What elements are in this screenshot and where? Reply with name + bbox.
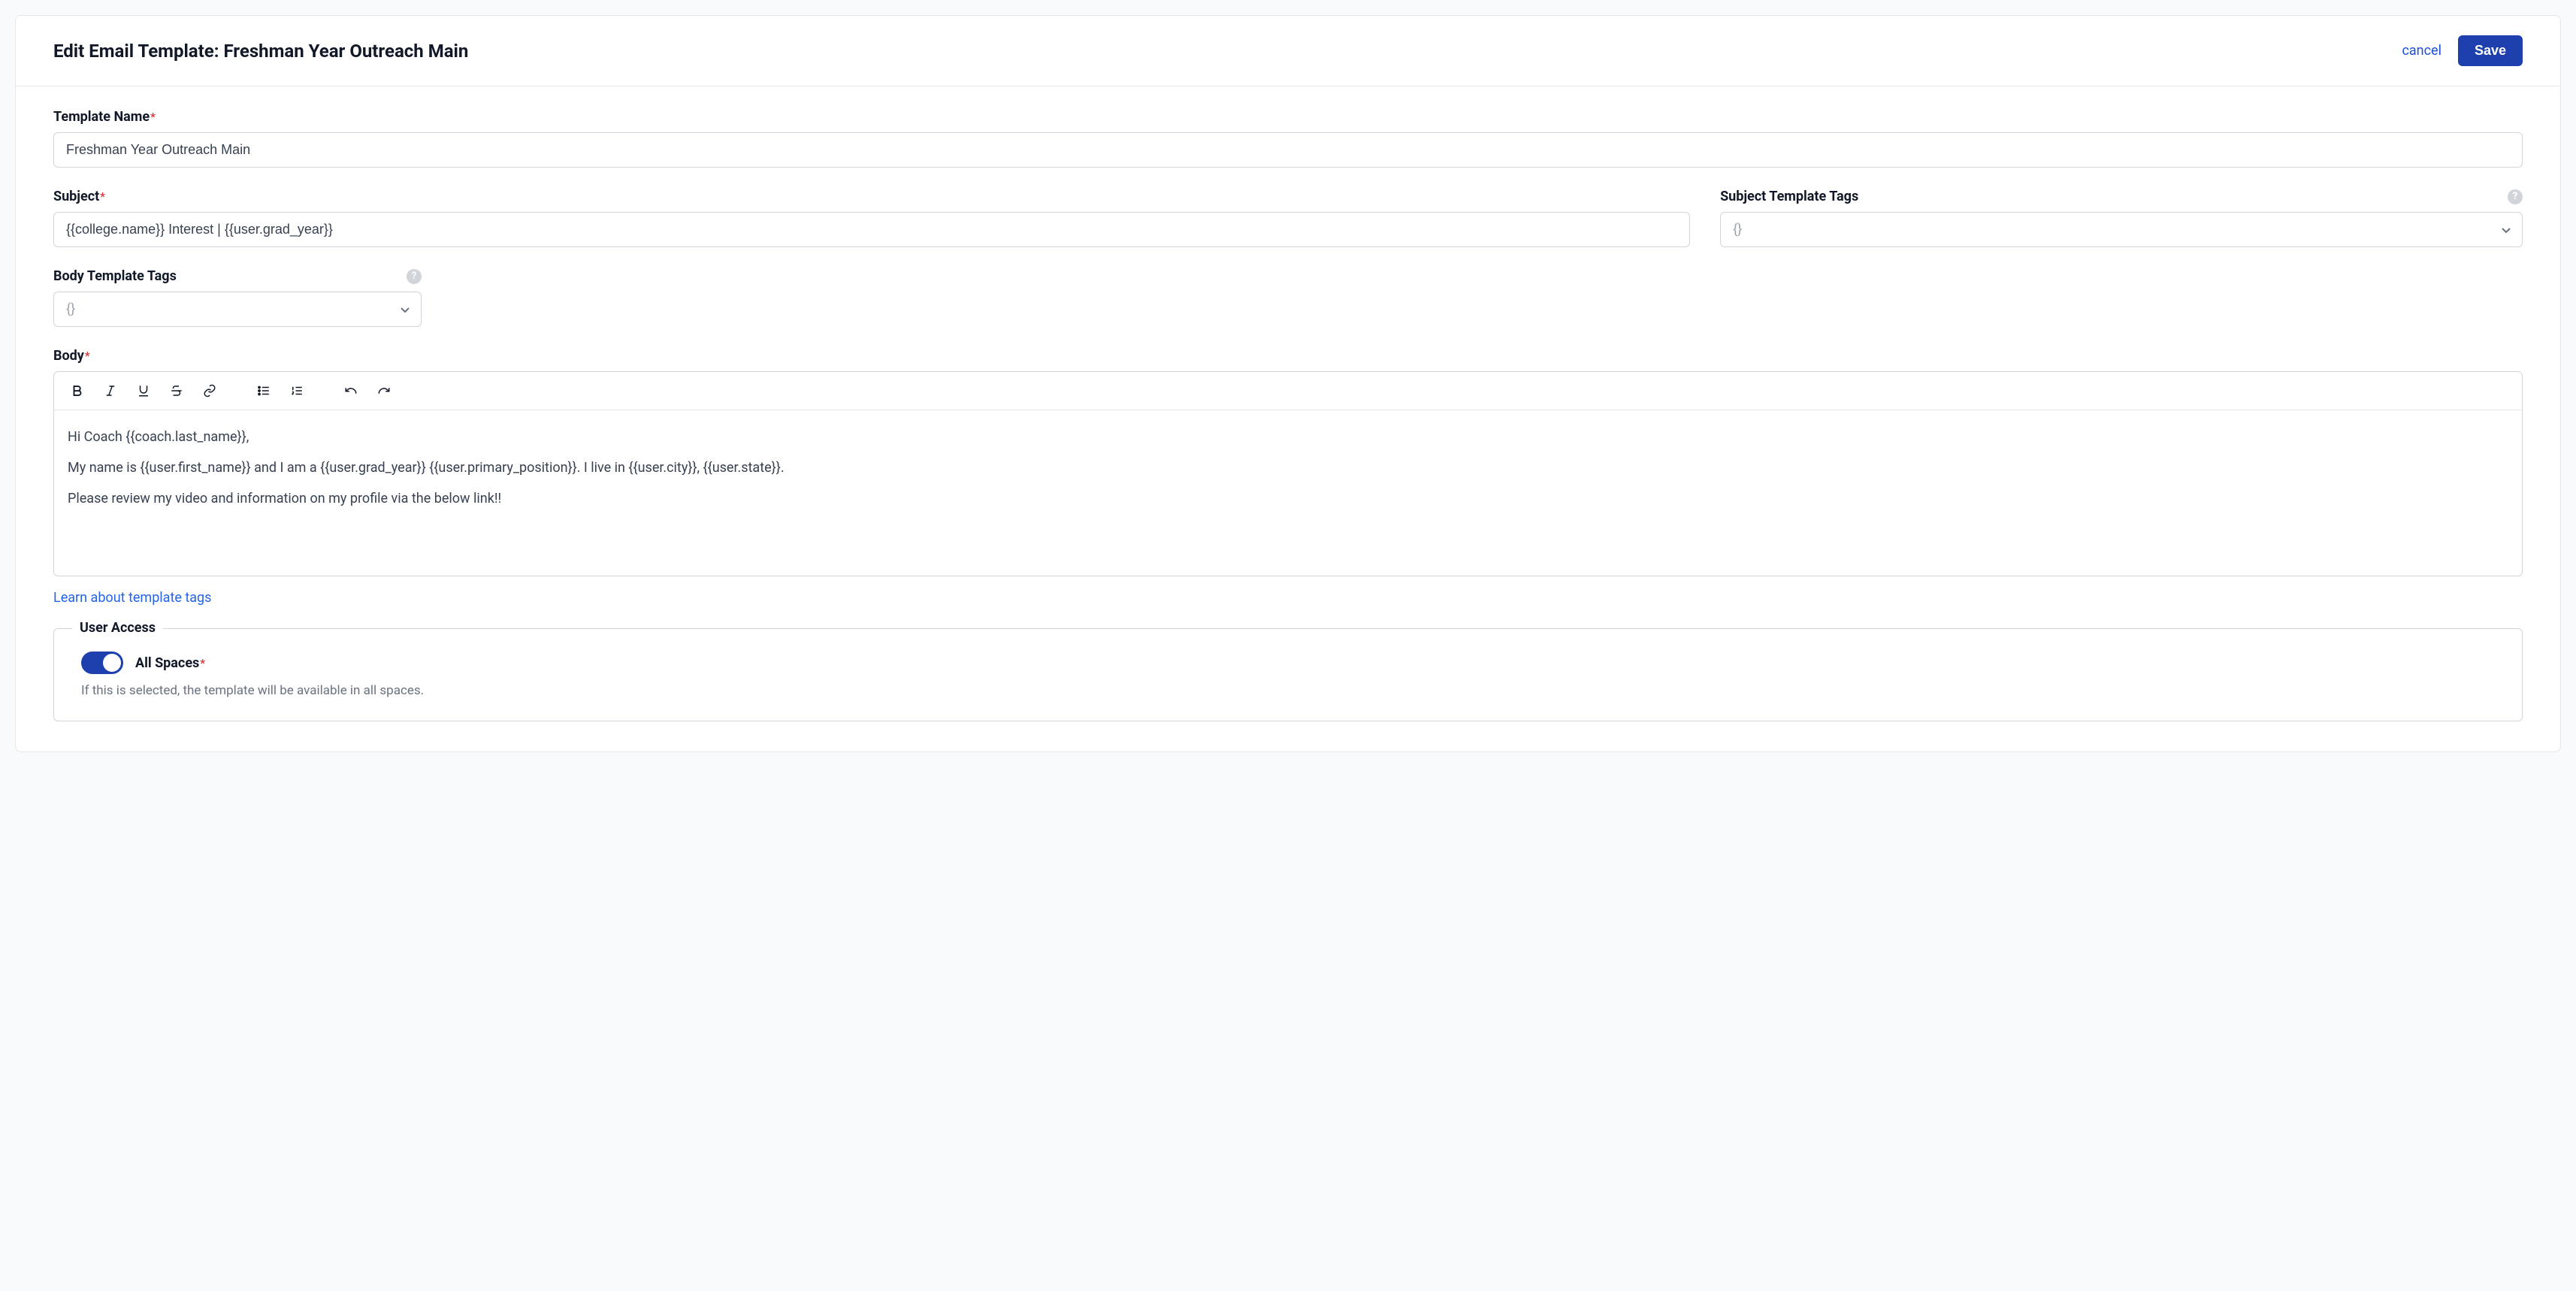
subject-input[interactable]: [53, 212, 1690, 247]
body-label: Body: [53, 348, 84, 364]
required-star: *: [100, 189, 105, 204]
required-star: *: [150, 110, 156, 124]
numbered-list-icon[interactable]: [287, 381, 307, 401]
body-row: Body*: [53, 348, 2523, 606]
page-title: Edit Email Template: Freshman Year Outre…: [53, 41, 468, 62]
body-tags-select[interactable]: {}: [53, 292, 422, 327]
subject-row: Subject* Subject Template Tags ? {}: [53, 189, 2523, 247]
body-line: Please review my video and information o…: [68, 488, 2508, 509]
toggle-knob: [103, 654, 121, 672]
undo-icon[interactable]: [341, 381, 361, 401]
select-display: {}: [1720, 212, 2523, 247]
label-row: Body*: [53, 348, 2523, 364]
user-access-legend: User Access: [72, 620, 163, 636]
cancel-link[interactable]: cancel: [2402, 43, 2441, 59]
header-actions: cancel Save: [2402, 35, 2523, 66]
all-spaces-label: All Spaces: [135, 655, 199, 671]
card-header: Edit Email Template: Freshman Year Outre…: [16, 16, 2560, 86]
editor-toolbar: [54, 372, 2522, 410]
template-name-row: Template Name*: [53, 109, 2523, 168]
user-access-fieldset: User Access All Spaces* If this is selec…: [53, 628, 2523, 721]
edit-template-card: Edit Email Template: Freshman Year Outre…: [15, 15, 2561, 752]
required-star: *: [200, 656, 205, 670]
learn-link[interactable]: Learn about template tags: [53, 590, 211, 606]
body-line: Hi Coach {{coach.last_name}},: [68, 427, 2508, 447]
all-spaces-helper: If this is selected, the template will b…: [81, 683, 2495, 698]
help-icon[interactable]: ?: [407, 269, 422, 284]
bullet-list-icon[interactable]: [254, 381, 274, 401]
editor: Hi Coach {{coach.last_name}}, My name is…: [53, 371, 2523, 576]
body-tags-label: Body Template Tags: [53, 268, 177, 284]
required-star: *: [85, 349, 90, 363]
body-line: My name is {{user.first_name}} and I am …: [68, 458, 2508, 478]
help-icon[interactable]: ?: [2508, 189, 2523, 204]
label-row: Subject*: [53, 189, 1690, 204]
all-spaces-toggle[interactable]: [81, 652, 123, 674]
card-body: Template Name* Subject* Subject Template…: [16, 86, 2560, 751]
link-icon[interactable]: [200, 381, 219, 401]
underline-icon[interactable]: [134, 381, 153, 401]
subject-label: Subject: [53, 189, 99, 204]
save-button[interactable]: Save: [2458, 35, 2523, 66]
body-editor[interactable]: Hi Coach {{coach.last_name}}, My name is…: [54, 410, 2522, 576]
label-row: Subject Template Tags ?: [1720, 189, 2523, 204]
subject-tags-col: Subject Template Tags ? {}: [1720, 189, 2523, 247]
subject-col: Subject*: [53, 189, 1690, 247]
subject-tags-select[interactable]: {}: [1720, 212, 2523, 247]
subject-tags-label: Subject Template Tags: [1720, 189, 1858, 204]
all-spaces-toggle-row: All Spaces*: [81, 652, 2495, 674]
strikethrough-icon[interactable]: [167, 381, 186, 401]
redo-icon[interactable]: [374, 381, 394, 401]
template-name-label: Template Name: [53, 109, 150, 125]
italic-icon[interactable]: [101, 381, 120, 401]
template-name-input[interactable]: [53, 132, 2523, 168]
label-row: Template Name*: [53, 109, 2523, 125]
bold-icon[interactable]: [68, 381, 87, 401]
select-display: {}: [53, 292, 422, 327]
label-row: Body Template Tags ?: [53, 268, 422, 284]
body-tags-row: Body Template Tags ? {}: [53, 268, 2523, 327]
